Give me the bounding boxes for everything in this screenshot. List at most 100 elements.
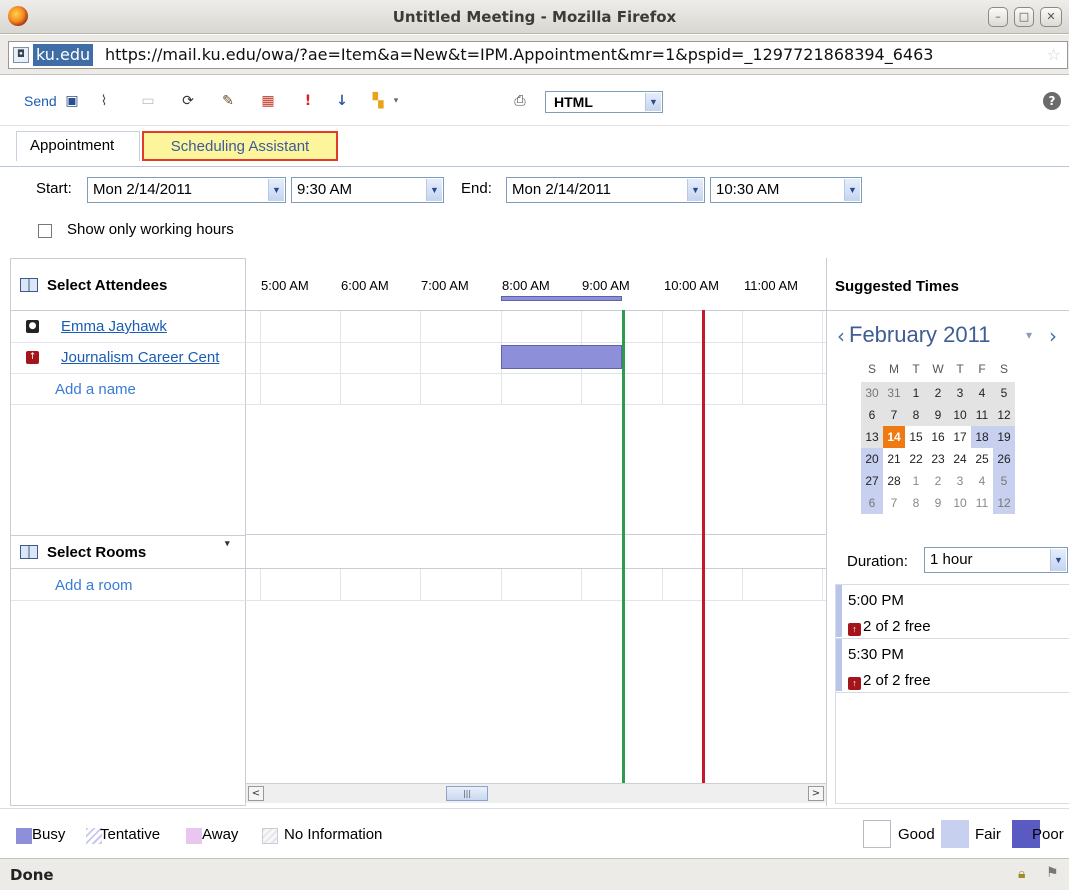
send-button[interactable]: Send	[24, 93, 57, 109]
select-attendees-header[interactable]: Select Attendees	[11, 259, 247, 311]
scroll-thumb[interactable]: |||	[446, 786, 488, 801]
calendar-day[interactable]: 10	[949, 492, 971, 514]
attendee-name[interactable]: Journalism Career Cent	[61, 349, 247, 366]
flag-icon[interactable]: ⚑	[1046, 865, 1059, 881]
calendar-day[interactable]: 2	[927, 470, 949, 492]
calendar-day[interactable]: 21	[883, 448, 905, 470]
calendar-day[interactable]: 2	[927, 382, 949, 404]
add-room-link[interactable]: Add a room	[55, 577, 133, 594]
tab-scheduling-assistant[interactable]: Scheduling Assistant	[142, 131, 338, 161]
calendar-day[interactable]: 20	[861, 448, 883, 470]
bookmark-star-icon[interactable]: ☆	[1047, 45, 1061, 64]
site-identity-icon[interactable]: ◘	[13, 47, 29, 63]
calendar-day[interactable]: 8	[905, 492, 927, 514]
start-date-select[interactable]: Mon 2/14/2011 ▼	[87, 177, 286, 203]
calendar-day[interactable]: 28	[883, 470, 905, 492]
attendee-row[interactable]: ↑ Journalism Career Cent	[11, 343, 247, 374]
low-importance-icon[interactable]: ↓	[334, 93, 350, 109]
working-hours-checkbox[interactable]	[38, 224, 52, 238]
save-icon[interactable]: ▣	[64, 93, 80, 109]
calendar-day[interactable]: 6	[861, 492, 883, 514]
suggested-time[interactable]: 5:30 PM	[848, 646, 904, 663]
lock-icon[interactable]: 🔒︎	[1018, 866, 1025, 882]
calendar-day[interactable]: 19	[993, 426, 1015, 448]
scroll-right-button[interactable]: >	[808, 786, 824, 801]
categories-icon[interactable]: ▚	[370, 93, 386, 109]
calendar-day[interactable]: 26	[993, 448, 1015, 470]
calendar-day[interactable]: 31	[883, 382, 905, 404]
calendar-day[interactable]: 12	[993, 404, 1015, 426]
duration-select[interactable]: 1 hour ▼	[924, 547, 1068, 573]
scroll-left-button[interactable]: <	[248, 786, 264, 801]
help-icon[interactable]: ?	[1043, 92, 1061, 110]
refresh-icon[interactable]: ⟳	[180, 93, 196, 109]
url-text[interactable]: https://mail.ku.edu/owa/?ae=Item&a=New&t…	[105, 44, 933, 66]
next-month-button[interactable]: ›	[1049, 324, 1057, 348]
calendar-day[interactable]: 15	[905, 426, 927, 448]
calendar-day[interactable]: 16	[927, 426, 949, 448]
check-names-icon[interactable]: ✎	[220, 93, 236, 109]
calendar-day[interactable]: 22	[905, 448, 927, 470]
calendar-day[interactable]: 24	[949, 448, 971, 470]
attendee-row[interactable]: ● Emma Jayhawk	[11, 312, 247, 343]
calendar-day[interactable]: 1	[905, 470, 927, 492]
grid-row-line	[246, 404, 826, 405]
add-name-row[interactable]: Add a name	[11, 374, 247, 405]
calendar-month-title[interactable]: February 2011	[849, 322, 990, 348]
start-time-select[interactable]: 9:30 AM ▼	[291, 177, 444, 203]
calendar-day[interactable]: 12	[993, 492, 1015, 514]
cancel-meeting-icon[interactable]: ▦	[260, 93, 276, 109]
minimize-button[interactable]: –	[988, 7, 1008, 27]
calendar-day[interactable]: 5	[993, 470, 1015, 492]
meeting-end-line[interactable]	[702, 310, 705, 783]
calendar-day[interactable]: 25	[971, 448, 993, 470]
calendar-day[interactable]: 11	[971, 404, 993, 426]
add-room-row[interactable]: Add a room	[11, 570, 247, 601]
calendar-day[interactable]: 13	[861, 426, 883, 448]
grid-horizontal-scrollbar[interactable]: < ||| >	[246, 783, 826, 803]
month-dropdown-icon[interactable]: ▾	[1026, 328, 1032, 342]
maximize-button[interactable]: □	[1014, 7, 1034, 27]
message-format-select[interactable]: HTML ▼	[545, 91, 663, 113]
calendar-day[interactable]: 10	[949, 404, 971, 426]
suggested-time[interactable]: 5:00 PM	[848, 592, 904, 609]
grid-col-line	[501, 569, 502, 600]
calendar-day[interactable]: 3	[949, 382, 971, 404]
address-book-icon[interactable]: ▭	[140, 93, 156, 109]
calendar-day[interactable]: 9	[927, 404, 949, 426]
site-domain[interactable]: ku.edu	[33, 44, 94, 66]
print-icon[interactable]: ⎙	[512, 93, 528, 109]
calendar-day[interactable]: 7	[883, 492, 905, 514]
calendar-day[interactable]: 18	[971, 426, 993, 448]
calendar-day[interactable]: 23	[927, 448, 949, 470]
calendar-day[interactable]: 1	[905, 382, 927, 404]
calendar-day[interactable]: 3	[949, 470, 971, 492]
high-importance-icon[interactable]: !	[300, 93, 316, 109]
calendar-day[interactable]: 4	[971, 382, 993, 404]
calendar-day[interactable]: 6	[861, 404, 883, 426]
end-time-select[interactable]: 10:30 AM ▼	[710, 177, 862, 203]
calendar-day[interactable]: 5	[993, 382, 1015, 404]
attach-icon[interactable]: ⌇	[96, 93, 112, 109]
free-busy-grid[interactable]: 5:00 AM 6:00 AM 7:00 AM 8:00 AM 9:00 AM …	[246, 258, 826, 806]
calendar-day[interactable]: 9	[927, 492, 949, 514]
categories-dropdown-icon[interactable]: ▾	[388, 93, 404, 109]
calendar-day[interactable]: 27	[861, 470, 883, 492]
calendar-day[interactable]: 11	[971, 492, 993, 514]
url-field[interactable]: ◘ ku.edu https://mail.ku.edu/owa/?ae=Ite…	[8, 41, 1068, 69]
add-name-link[interactable]: Add a name	[55, 381, 136, 398]
calendar-day[interactable]: 8	[905, 404, 927, 426]
select-rooms-header[interactable]: Select Rooms ▾	[11, 535, 247, 569]
prev-month-button[interactable]: ‹	[837, 324, 845, 348]
tab-appointment[interactable]: Appointment	[16, 131, 140, 161]
calendar-day[interactable]: 7	[883, 404, 905, 426]
rooms-dropdown-icon[interactable]: ▾	[225, 538, 230, 549]
calendar-day[interactable]: 4	[971, 470, 993, 492]
close-button[interactable]: ✕	[1040, 7, 1062, 27]
end-date-select[interactable]: Mon 2/14/2011 ▼	[506, 177, 705, 203]
calendar-day[interactable]: 30	[861, 382, 883, 404]
meeting-start-line[interactable]	[622, 310, 625, 783]
attendee-name[interactable]: Emma Jayhawk	[61, 318, 247, 335]
calendar-day[interactable]: 17	[949, 426, 971, 448]
calendar-day-selected[interactable]: 14	[883, 426, 905, 448]
